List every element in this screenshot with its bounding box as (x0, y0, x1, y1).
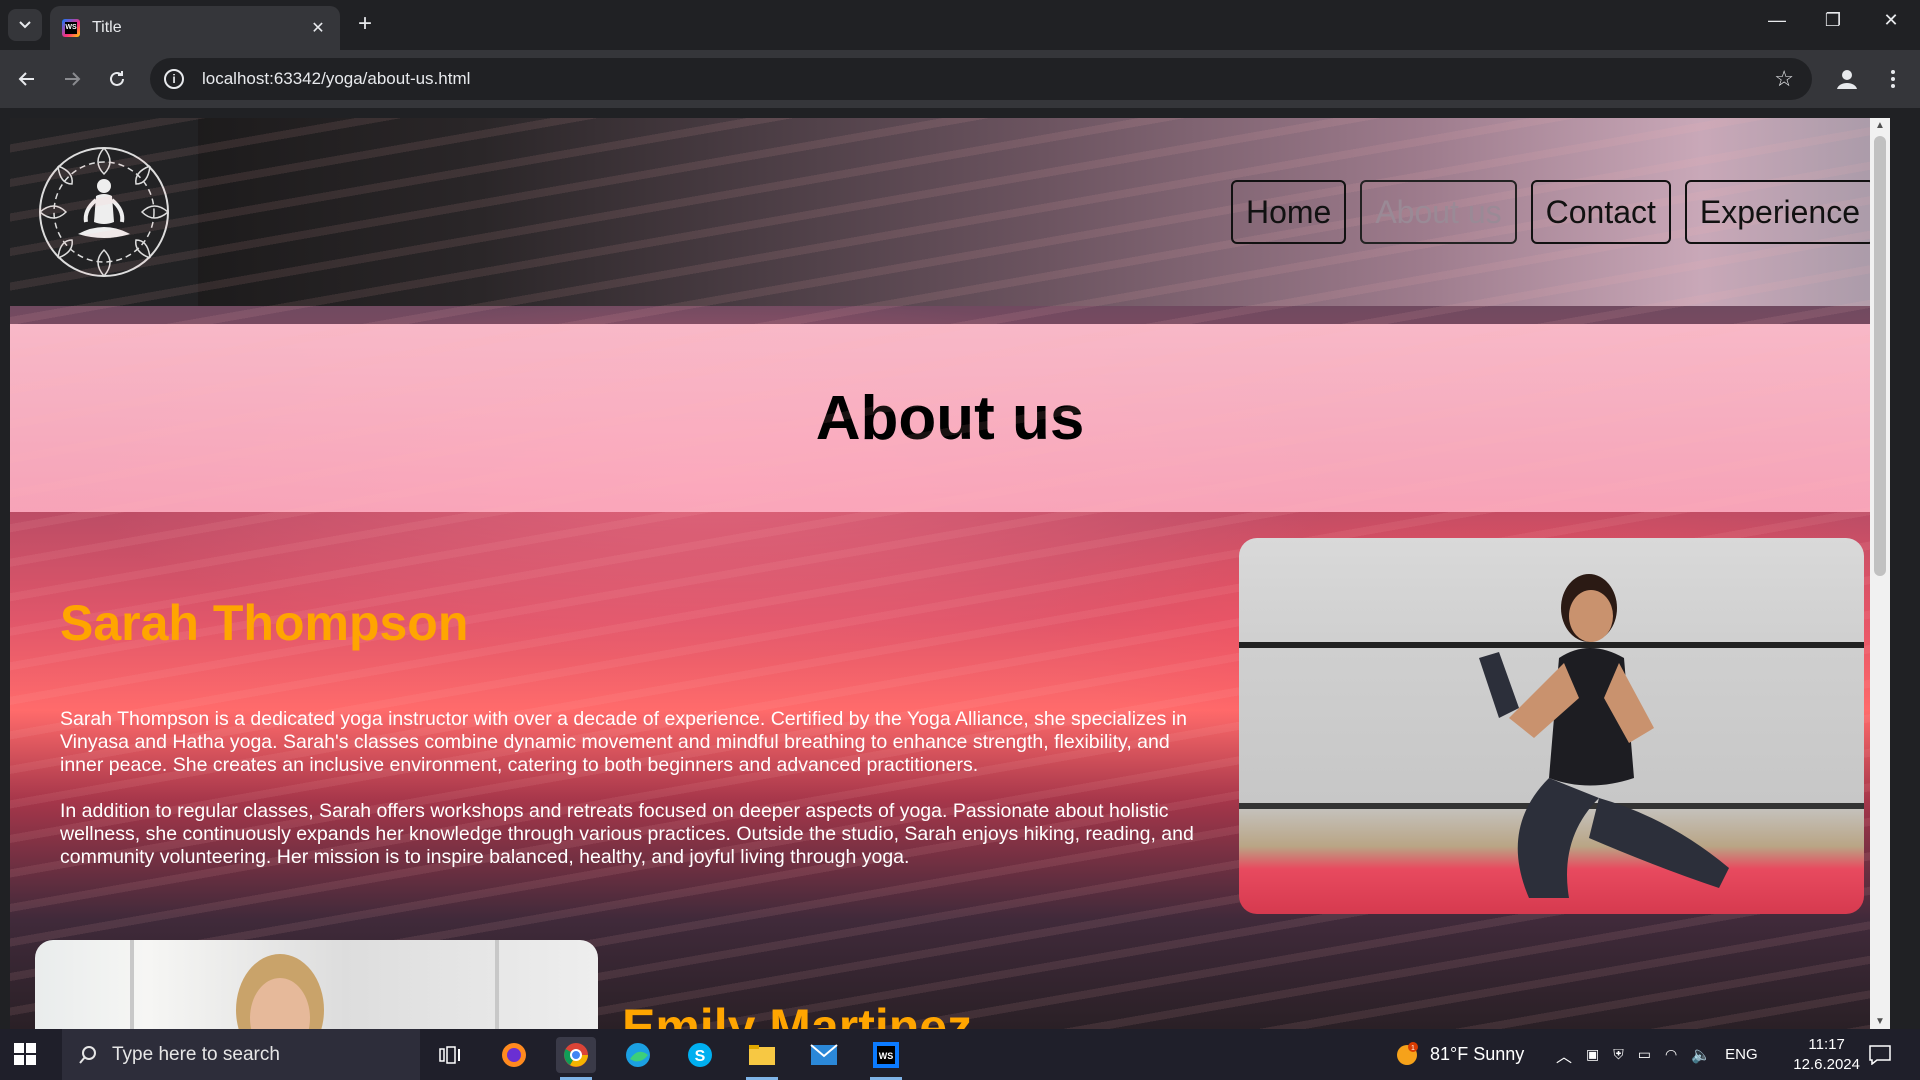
reload-icon (110, 71, 124, 86)
windows-taskbar: Type here to search S WS 1 81°F Sunny ︿ … (0, 1029, 1920, 1080)
address-bar[interactable]: i localhost:63342/yoga/about-us.html ☆ (150, 58, 1812, 100)
system-tray-icons: ︿ ▣ ⛨ ▭ ◠ 🔈 ENG (1556, 1029, 1758, 1080)
hero-banner: About us (10, 324, 1890, 512)
tab-search-button[interactable] (8, 9, 42, 41)
tab-close-button[interactable]: ✕ (308, 18, 328, 38)
search-icon (79, 1045, 96, 1064)
site-logo[interactable] (10, 118, 198, 306)
clock-time: 11:17 (1808, 1036, 1845, 1053)
wifi-icon[interactable]: ◠ (1665, 1046, 1677, 1063)
close-window-button[interactable]: ✕ (1868, 10, 1914, 31)
webstorm-favicon-icon: WS (62, 19, 80, 37)
menu-button[interactable] (1876, 62, 1910, 96)
scrollbar-thumb[interactable] (1874, 136, 1886, 576)
svg-text:S: S (695, 1048, 706, 1065)
page-scrollbar[interactable]: ▲ ▼ (1870, 118, 1890, 1029)
browser-tab[interactable]: WS Title ✕ (50, 6, 340, 50)
nav-about-us[interactable]: About us (1360, 180, 1517, 244)
profile-bio-sarah: Sarah Thompson is a dedicated yoga instr… (60, 708, 1210, 869)
instructor-photo-emily (35, 940, 598, 1029)
arrow-left-icon (18, 72, 34, 86)
yoga-mandala-logo-icon (39, 147, 169, 277)
mail-icon[interactable] (804, 1037, 844, 1073)
new-tab-button[interactable]: + (352, 12, 378, 36)
kebab-menu-icon (1891, 70, 1895, 88)
profile-button[interactable] (1830, 62, 1864, 96)
minimize-button[interactable]: — (1754, 10, 1800, 31)
file-explorer-icon[interactable] (742, 1037, 782, 1080)
battery-icon[interactable]: ▭ (1638, 1046, 1651, 1063)
weather-text: 81°F Sunny (1430, 1044, 1525, 1064)
defender-icon[interactable]: ⛨ (1613, 1046, 1624, 1063)
nav-contact[interactable]: Contact (1530, 180, 1671, 244)
reload-button[interactable] (100, 62, 134, 96)
url-text: localhost:63342/yoga/about-us.html (202, 69, 471, 88)
weather-widget[interactable]: 1 81°F Sunny (1394, 1029, 1524, 1080)
meet-now-icon[interactable]: ▣ (1586, 1046, 1599, 1063)
firefox-icon[interactable] (494, 1037, 534, 1073)
skype-icon[interactable]: S (680, 1037, 720, 1073)
taskbar-clock[interactable]: 11:17 12.6.2024 (1793, 1035, 1860, 1075)
bio-paragraph: In addition to regular classes, Sarah of… (60, 800, 1194, 868)
nav-experience[interactable]: Experience (1684, 180, 1875, 244)
chevron-up-icon[interactable]: ︿ (1556, 1043, 1572, 1067)
back-button[interactable] (10, 62, 44, 96)
restore-button[interactable]: ❐ (1810, 10, 1856, 31)
notification-icon[interactable] (1860, 1037, 1900, 1073)
bio-paragraph: Sarah Thompson is a dedicated yoga instr… (60, 708, 1187, 776)
windows-start-button[interactable] (14, 1043, 36, 1065)
sun-icon: 1 (1397, 1041, 1418, 1065)
webstorm-icon[interactable]: WS (866, 1037, 906, 1080)
taskbar-search-box[interactable]: Type here to search (62, 1029, 420, 1080)
edge-icon[interactable] (618, 1037, 658, 1073)
forward-button[interactable] (55, 62, 89, 96)
page-title: About us (815, 383, 1085, 453)
main-nav: Home About us Contact Experience (1230, 180, 1875, 244)
language-indicator[interactable]: ENG (1725, 1046, 1758, 1063)
tab-title: Title (92, 19, 122, 36)
svg-text:WS: WS (879, 1051, 894, 1061)
portrait-figure (236, 954, 324, 1029)
yoga-pose-figure (1479, 574, 1729, 898)
scroll-down-arrow-icon[interactable]: ▼ (1870, 1016, 1890, 1027)
site-info-icon[interactable]: i (164, 69, 184, 89)
search-placeholder: Type here to search (112, 1043, 280, 1065)
profile-name-emily: Emily Martinez (622, 999, 973, 1029)
site-header: Home About us Contact Experience (10, 118, 1890, 306)
instructor-photo-sarah (1239, 538, 1864, 914)
svg-text:1: 1 (1411, 1045, 1415, 1052)
nav-home[interactable]: Home (1230, 180, 1347, 244)
arrow-right-icon (65, 72, 81, 86)
page-viewport: Home About us Contact Experience About u… (10, 118, 1890, 1029)
task-view-icon[interactable] (430, 1037, 470, 1073)
chrome-icon[interactable] (556, 1037, 596, 1080)
volume-icon[interactable]: 🔈 (1691, 1045, 1711, 1065)
bookmark-star-icon[interactable]: ☆ (1774, 66, 1794, 92)
chevron-down-icon (19, 21, 31, 29)
clock-date: 12.6.2024 (1793, 1056, 1860, 1073)
profile-icon (1837, 70, 1857, 89)
browser-toolbar: i localhost:63342/yoga/about-us.html ☆ (0, 50, 1920, 108)
profile-name-sarah: Sarah Thompson (60, 595, 469, 651)
scroll-up-arrow-icon[interactable]: ▲ (1870, 120, 1890, 131)
browser-tab-bar: WS Title ✕ + — ❐ ✕ (0, 0, 1920, 50)
